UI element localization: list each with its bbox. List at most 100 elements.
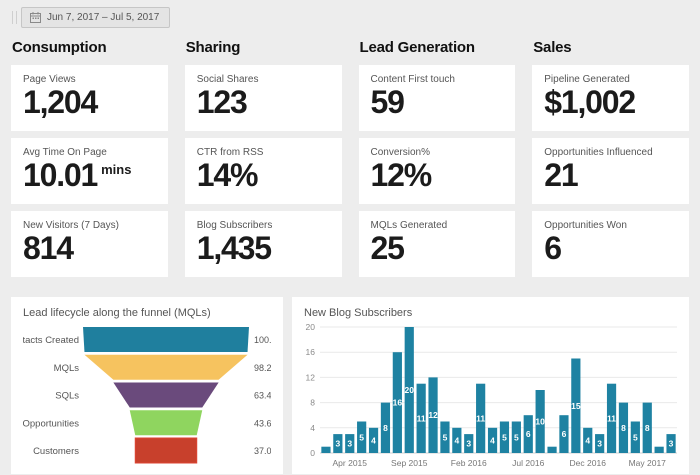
bar-value-label: 11: [476, 413, 485, 423]
column-consumption: Consumption Page Views 1,204 Avg Time On…: [11, 34, 168, 284]
column-sales: Sales Pipeline Generated $1,002 Opportun…: [532, 34, 689, 284]
metric-card-new-visitors: New Visitors (7 Days) 814: [11, 211, 168, 277]
funnel-chart-panel: Lead lifecycle along the funnel (MQLs) N…: [11, 297, 283, 474]
bar-jun-2017[interactable]: [655, 447, 664, 453]
funnel-segment-customers[interactable]: [135, 438, 196, 463]
bar-value-label: 3: [347, 439, 352, 449]
metric-value: 1,204: [23, 86, 156, 120]
metric-value: 6: [544, 232, 677, 266]
metric-card-pipeline-generated: Pipeline Generated $1,002: [532, 65, 689, 131]
metric-card-content-first-touch: Content First touch 59: [359, 65, 516, 131]
date-range-label: Jun 7, 2017 – Jul 5, 2017: [47, 12, 159, 23]
funnel-stage-label: New Contacts Created: [23, 335, 79, 346]
calendar-icon: [30, 12, 41, 23]
bar-value-label: 5: [502, 432, 507, 442]
bar-chart: 0481216203354816201112543114556106154311…: [304, 323, 677, 470]
metric-card-avg-time-on-page: Avg Time On Page 10.01mins: [11, 138, 168, 204]
bar-value-label: 6: [562, 429, 567, 439]
bar-feb-2015[interactable]: [321, 447, 330, 453]
funnel-segment-sqls[interactable]: [113, 383, 218, 408]
bar-value-label: 4: [585, 435, 590, 445]
metric-value: $1,002: [544, 86, 677, 120]
metric-suffix: mins: [101, 162, 131, 177]
metric-value: 59: [371, 86, 504, 120]
metric-value: 123: [197, 86, 330, 120]
x-axis-tick-label: Feb 2016: [451, 458, 487, 468]
bar-value-label: 5: [359, 432, 364, 442]
x-axis-tick-label: May 2017: [629, 458, 667, 468]
funnel-stage-label: Opportunities: [23, 418, 79, 429]
metric-value: 12%: [371, 159, 504, 193]
funnel-segment-mqls[interactable]: [84, 355, 247, 380]
metric-label: Opportunities Won: [544, 220, 677, 231]
bar-chart-title: New Blog Subscribers: [304, 307, 677, 319]
bar-value-label: 4: [371, 435, 376, 445]
funnel-segment-opportunities[interactable]: [130, 410, 202, 435]
column-sharing: Sharing Social Shares 123 CTR from RSS 1…: [185, 34, 342, 284]
bar-value-label: 8: [645, 423, 650, 433]
metric-card-opportunities-won: Opportunities Won 6: [532, 211, 689, 277]
bar-value-label: 16: [393, 398, 403, 408]
drag-handle-icon[interactable]: [12, 11, 17, 24]
x-axis-tick-label: Apr 2015: [333, 458, 368, 468]
bar-value-label: 3: [335, 439, 340, 449]
bar-value-label: 4: [490, 435, 495, 445]
bar-value-label: 20: [405, 385, 415, 395]
bar-value-label: 3: [466, 439, 471, 449]
y-axis-tick-label: 16: [306, 347, 316, 357]
bar-value-label: 3: [597, 439, 602, 449]
bar-value-label: 10: [535, 417, 545, 427]
metric-card-conversion-pct: Conversion% 12%: [359, 138, 516, 204]
column-title-sharing: Sharing: [186, 39, 342, 56]
bar-value-label: 15: [571, 401, 581, 411]
funnel-stage-label: SQLs: [55, 391, 79, 402]
y-axis-tick-label: 20: [306, 323, 316, 332]
bar-value-label: 12: [428, 410, 438, 420]
column-title-lead-generation: Lead Generation: [360, 39, 516, 56]
metric-card-blog-subscribers: Blog Subscribers 1,435: [185, 211, 342, 277]
y-axis-tick-label: 0: [310, 448, 315, 458]
funnel-stage-percent: 63.41%: [254, 391, 271, 401]
funnel-stage-percent: 100.00%: [254, 335, 271, 345]
bar-chart-panel: New Blog Subscribers 0481216203354816201…: [292, 297, 689, 474]
bar-value-label: 5: [633, 432, 638, 442]
metric-card-opportunities-influenced: Opportunities Influenced 21: [532, 138, 689, 204]
metric-card-ctr-from-rss: CTR from RSS 14%: [185, 138, 342, 204]
funnel-stage-label: MQLs: [54, 363, 80, 374]
funnel-chart: New Contacts Created 100.00% MQLs 98.23% SQL…: [23, 327, 271, 467]
date-range-picker[interactable]: Jun 7, 2017 – Jul 5, 2017: [21, 7, 170, 28]
y-axis-tick-label: 4: [310, 423, 315, 433]
funnel-stage-percent: 37.03%: [254, 446, 271, 456]
metric-card-social-shares: Social Shares 123: [185, 65, 342, 131]
y-axis-tick-label: 12: [306, 372, 316, 382]
metric-value: 25: [371, 232, 504, 266]
bar-value-label: 6: [526, 429, 531, 439]
funnel-stage-percent: 43.67%: [254, 418, 271, 428]
bar-value-label: 5: [514, 432, 519, 442]
funnel-segment-new-contacts-created[interactable]: [83, 327, 249, 352]
column-title-sales: Sales: [533, 39, 689, 56]
bar-value-label: 5: [443, 432, 448, 442]
column-title-consumption: Consumption: [12, 39, 168, 56]
metric-value: 814: [23, 232, 156, 266]
funnel-chart-title: Lead lifecycle along the funnel (MQLs): [23, 307, 271, 319]
bar-value-label: 8: [383, 423, 388, 433]
metric-card-mqls-generated: MQLs Generated 25: [359, 211, 516, 277]
metric-value: 14%: [197, 159, 330, 193]
metric-value: 1,435: [197, 232, 330, 266]
bar-value-label: 11: [417, 413, 426, 423]
y-axis-tick-label: 8: [310, 398, 315, 408]
metric-value: 21: [544, 159, 677, 193]
bar-sep-2016[interactable]: [547, 447, 556, 453]
x-axis-tick-label: Jul 2016: [512, 458, 544, 468]
funnel-stage-label: Customers: [33, 446, 79, 457]
kpi-grid: Consumption Page Views 1,204 Avg Time On…: [11, 34, 689, 284]
metric-value: 10.01mins: [23, 159, 156, 193]
x-axis-tick-label: Sep 2015: [391, 458, 428, 468]
funnel-stage-percent: 98.23%: [254, 363, 271, 373]
metric-card-page-views: Page Views 1,204: [11, 65, 168, 131]
bar-value-label: 11: [607, 413, 616, 423]
bar-value-label: 8: [621, 423, 626, 433]
x-axis-tick-label: Dec 2016: [570, 458, 607, 468]
charts-row: Lead lifecycle along the funnel (MQLs) N…: [11, 297, 689, 474]
